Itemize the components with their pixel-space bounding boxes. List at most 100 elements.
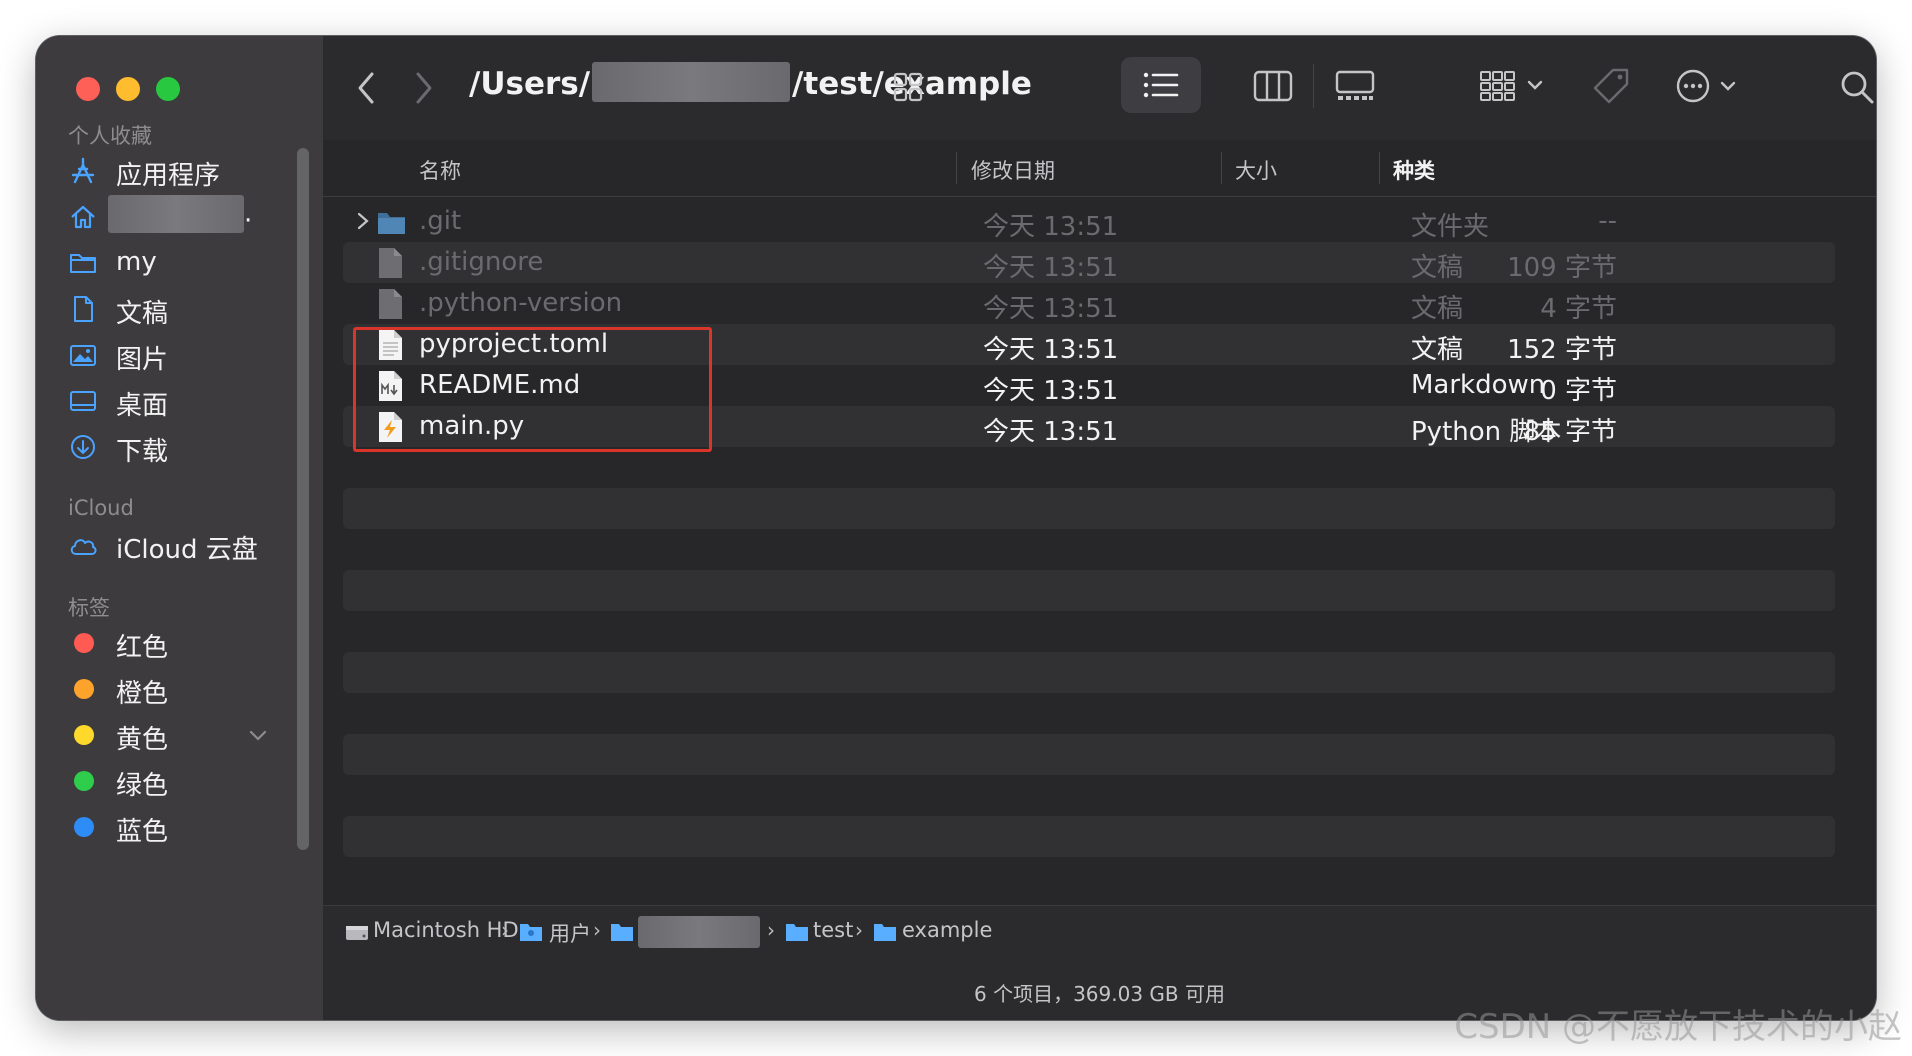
path-segment-disk[interactable]: Macintosh HD — [373, 918, 519, 942]
forward-icon[interactable] — [409, 68, 437, 108]
file-row-gitignore[interactable]: .gitignore 今天 13:51 109 字节 文稿 — [343, 242, 1835, 283]
tag-color-dot — [74, 725, 94, 745]
file-kind: 文稿 — [1411, 294, 1464, 324]
generic-file-icon — [379, 248, 402, 278]
sidebar: 个人收藏 应用程序 . my 文稿 图片 桌面 下载 iCloud iCloud… — [36, 36, 325, 1020]
sidebar-item-desktop[interactable]: 桌面 — [68, 376, 288, 424]
file-kind: Markdown — [1411, 370, 1546, 400]
path-separator: › — [593, 918, 601, 942]
apps-icon — [71, 157, 95, 184]
file-size: 109 字节 — [1507, 253, 1617, 283]
gallery-view-icon[interactable] — [1335, 68, 1375, 104]
path-separator: › — [855, 918, 863, 942]
empty-row — [343, 570, 1835, 611]
close-window-button[interactable] — [76, 77, 100, 101]
back-icon[interactable] — [353, 68, 381, 108]
sidebar-item-label: my — [116, 247, 157, 277]
sidebar-scrollbar[interactable] — [297, 148, 309, 850]
hard-disk-icon — [346, 926, 368, 940]
cloud-icon — [70, 539, 97, 555]
sidebar-item-downloads[interactable]: 下载 — [68, 422, 288, 470]
sidebar-item-label: . — [108, 195, 252, 233]
group-by-icon[interactable] — [1479, 68, 1549, 104]
path-separator: › — [767, 918, 775, 942]
column-header: 名称 修改日期 大小 种类 — [323, 140, 1876, 197]
file-name: .git — [419, 206, 462, 236]
column-divider[interactable] — [1379, 152, 1380, 184]
sidebar-item-pictures[interactable]: 图片 — [68, 330, 288, 378]
search-icon[interactable] — [1838, 68, 1876, 106]
file-kind: 文稿 — [1411, 253, 1464, 283]
sidebar-item-label: 绿色 — [116, 771, 169, 801]
sidebar-item-label: 黄色 — [116, 725, 169, 755]
toolbar-divider — [1313, 64, 1314, 108]
folder-icon — [378, 213, 405, 234]
finder-window: 个人收藏 应用程序 . my 文稿 图片 桌面 下载 iCloud iCloud… — [36, 36, 1876, 1020]
home-icon — [71, 205, 95, 229]
users-folder-icon — [520, 924, 542, 941]
sidebar-item-label: 应用程序 — [116, 161, 221, 191]
column-header-name[interactable]: 名称 — [419, 155, 461, 185]
redacted-username[interactable] — [638, 916, 760, 948]
window-title-path: /Users//test/example — [469, 61, 1032, 102]
empty-row — [343, 488, 1835, 529]
sidebar-item-label: 图片 — [116, 345, 169, 375]
toolbar: /Users//test/example — [323, 36, 1876, 142]
column-divider[interactable] — [956, 152, 957, 184]
tag-icon[interactable] — [1591, 66, 1631, 106]
sidebar-item-label: iCloud 云盘 — [116, 535, 258, 565]
file-date: 今天 13:51 — [983, 294, 1119, 324]
home-folder-icon — [611, 924, 633, 941]
file-name: .python-version — [419, 288, 623, 318]
sidebar-item-documents[interactable]: 文稿 — [68, 284, 288, 332]
file-row-python-version[interactable]: .python-version 今天 13:51 4 字节 文稿 — [343, 283, 1835, 324]
sidebar-item-my[interactable]: my — [68, 238, 288, 286]
desktop-icon — [70, 391, 96, 411]
column-view-icon[interactable] — [1253, 68, 1293, 104]
column-header-date[interactable]: 修改日期 — [971, 155, 1055, 185]
folder-icon — [786, 924, 808, 941]
sidebar-item-label: 下载 — [116, 437, 169, 467]
sidebar-item-tag-orange[interactable]: 橙色 — [68, 664, 288, 712]
sidebar-item-tag-blue[interactable]: 蓝色 — [68, 802, 288, 850]
sidebar-item-label: 桌面 — [116, 391, 169, 421]
sidebar-item-tag-red[interactable]: 红色 — [68, 618, 288, 666]
tag-color-dot — [74, 771, 94, 791]
path-bar: Macintosh HD › 用户 › › test › example — [323, 905, 1876, 962]
sidebar-item-label: 文稿 — [116, 299, 169, 329]
icon-view-icon[interactable] — [891, 70, 925, 104]
download-icon — [71, 435, 95, 459]
file-size: 4 字节 — [1540, 294, 1617, 324]
sidebar-item-label: 红色 — [116, 633, 169, 663]
sidebar-item-tag-yellow[interactable]: 黄色 — [68, 710, 288, 758]
tag-color-dot — [74, 633, 94, 653]
path-segment-users[interactable]: 用户 — [549, 918, 591, 948]
file-kind: Python 脚本 — [1411, 417, 1562, 447]
empty-row — [343, 734, 1835, 775]
sidebar-item-icloud-drive[interactable]: iCloud 云盘 — [68, 520, 288, 568]
file-date: 今天 13:51 — [983, 253, 1119, 283]
watermark: CSDN @不愿放下技术的小赵 — [1454, 1007, 1902, 1047]
column-divider[interactable] — [1221, 152, 1222, 184]
list-view-button[interactable] — [1121, 57, 1201, 113]
sidebar-item-applications[interactable]: 应用程序 — [68, 146, 288, 194]
zoom-window-button[interactable] — [156, 77, 180, 101]
file-row-git[interactable]: .git 今天 13:51 -- 文件夹 — [343, 201, 1835, 242]
column-header-size[interactable]: 大小 — [1235, 155, 1277, 185]
minimize-window-button[interactable] — [116, 77, 140, 101]
file-kind: 文稿 — [1411, 335, 1464, 365]
generic-file-icon — [379, 289, 402, 319]
file-date: 今天 13:51 — [983, 376, 1119, 406]
file-name: .gitignore — [419, 247, 544, 277]
document-icon — [74, 296, 93, 322]
path-segment-example[interactable]: example — [902, 918, 992, 942]
file-size: 0 字节 — [1540, 376, 1617, 406]
pictures-icon — [70, 345, 96, 366]
disclosure-chevron-icon[interactable] — [355, 211, 371, 231]
sidebar-item-tag-green[interactable]: 绿色 — [68, 756, 288, 804]
sidebar-item-home[interactable]: . — [68, 192, 288, 240]
more-actions-icon[interactable] — [1675, 66, 1747, 106]
column-header-kind[interactable]: 种类 — [1393, 155, 1435, 185]
file-size: 152 字节 — [1507, 335, 1617, 365]
path-segment-test[interactable]: test — [813, 918, 853, 942]
